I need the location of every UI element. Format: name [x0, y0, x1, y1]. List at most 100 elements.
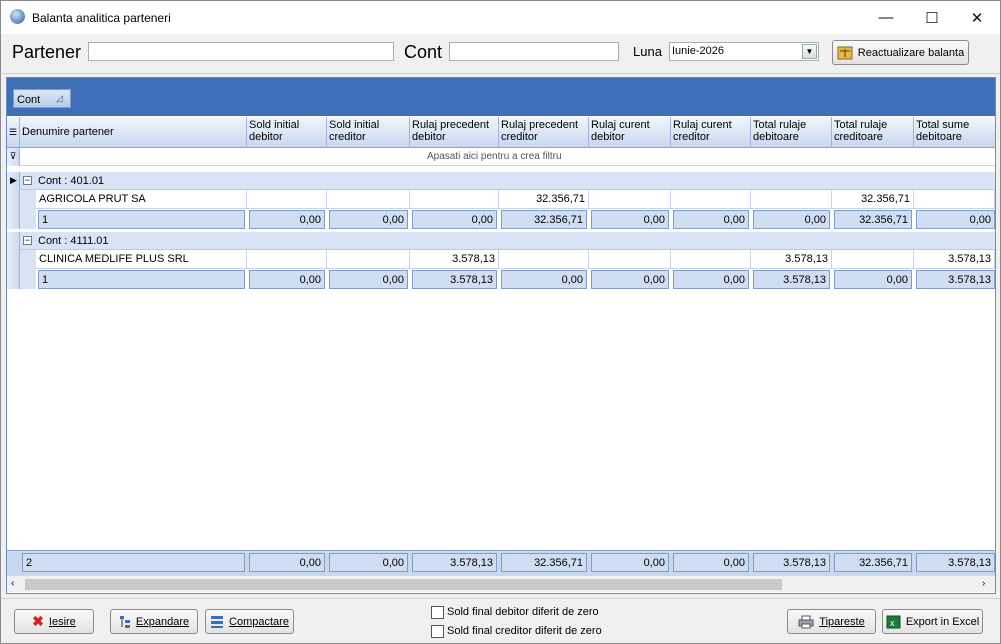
data-cell[interactable]: [671, 250, 751, 269]
data-cell[interactable]: [751, 190, 832, 209]
data-cell[interactable]: 3.578,13: [751, 250, 832, 269]
group-sum-cell: 3.578,13: [916, 270, 995, 289]
partner-name-cell[interactable]: AGRICOLA PRUT SA: [36, 190, 247, 209]
footer-sum-cell: 3.578,13: [412, 553, 497, 572]
col-rulaj-curent-creditor[interactable]: Rulaj curent creditor: [671, 117, 751, 148]
debit-nonzero-checkbox[interactable]: [431, 606, 444, 619]
row-pointer-icon: ▶: [10, 175, 17, 185]
compact-button[interactable]: Compactare: [205, 609, 294, 634]
export-excel-button[interactable]: x Export in Excel: [882, 609, 983, 634]
group-count-cell: 1: [38, 210, 245, 229]
col-rulaj-precedent-creditor[interactable]: Rulaj precedent creditor: [499, 117, 589, 148]
export-excel-label: Export in Excel: [905, 615, 980, 628]
maximize-button[interactable]: ☐: [909, 1, 955, 34]
print-label: Tipareste: [819, 615, 865, 628]
row-selector[interactable]: [7, 232, 20, 289]
group-label: Cont : 401.01: [38, 175, 105, 187]
close-x-icon: ✖: [32, 613, 44, 629]
group-row-401[interactable]: − Cont : 401.01: [20, 172, 995, 190]
printer-icon: [798, 615, 814, 628]
data-cell[interactable]: [589, 190, 671, 209]
expand-label: Expandare: [135, 615, 190, 628]
collapse-icon[interactable]: −: [23, 176, 32, 185]
group-sum-cell: 0,00: [249, 270, 325, 289]
data-cell[interactable]: [832, 250, 914, 269]
scroll-left-icon[interactable]: ‹: [11, 578, 14, 589]
col-sold-initial-creditor[interactable]: Sold initial creditor: [327, 117, 410, 148]
data-cell[interactable]: [589, 250, 671, 269]
partener-label: Partener: [12, 42, 82, 62]
data-cell[interactable]: [247, 190, 327, 209]
footer-count-cell: 2: [22, 553, 245, 572]
data-cell[interactable]: 32.356,71: [499, 190, 589, 209]
col-rulaj-precedent-debitor[interactable]: Rulaj precedent debitor: [410, 117, 499, 148]
data-cell[interactable]: [671, 190, 751, 209]
data-cell[interactable]: [410, 190, 499, 209]
horizontal-scrollbar[interactable]: ‹ ›: [7, 575, 995, 592]
col-sold-initial-debitor[interactable]: Sold initial debitor: [247, 117, 327, 148]
data-cell[interactable]: [247, 250, 327, 269]
footer-sum-cell: 0,00: [249, 553, 325, 572]
title-bar: Balanta analitica parteneri — ☐ ✕: [1, 1, 1000, 34]
group-sum-cell: 0,00: [673, 210, 749, 229]
luna-select[interactable]: Iunie-2026 ▼: [669, 42, 819, 61]
group-sum-cell: 32.356,71: [501, 210, 587, 229]
group-sum-cell: 0,00: [591, 210, 669, 229]
data-cell[interactable]: [327, 250, 410, 269]
credit-nonzero-label: Sold final creditor diferit de zero: [447, 625, 602, 637]
expand-button[interactable]: Expandare: [110, 609, 198, 634]
filter-row[interactable]: ⊽ Apasati aici pentru a crea filtru: [7, 148, 995, 166]
luna-value: Iunie-2026: [672, 45, 724, 57]
group-sum-cell: 0,00: [501, 270, 587, 289]
filter-bar: Partener Cont Luna Iunie-2026 ▼ Reactual…: [1, 34, 1000, 74]
data-cell[interactable]: 3.578,13: [914, 250, 995, 269]
cont-input[interactable]: [449, 42, 619, 61]
main-window: Balanta analitica parteneri — ☐ ✕ Parten…: [0, 0, 1001, 644]
collapse-icon[interactable]: −: [23, 236, 32, 245]
group-sum-cell: 0,00: [329, 270, 408, 289]
group-chip-cont[interactable]: Cont ◿: [13, 89, 71, 108]
scale-icon: [837, 46, 853, 59]
scrollbar-thumb[interactable]: [25, 579, 782, 590]
debit-nonzero-label: Sold final debitor diferit de zero: [447, 606, 599, 618]
print-button[interactable]: Tipareste: [787, 609, 876, 634]
data-cell[interactable]: [327, 190, 410, 209]
row-selector[interactable]: ▶: [7, 172, 20, 229]
exit-button[interactable]: ✖ Iesire: [14, 609, 94, 634]
minimize-button[interactable]: —: [863, 1, 909, 34]
group-row-4111[interactable]: − Cont : 4111.01: [20, 232, 995, 250]
col-total-sume-debitoare[interactable]: Total sume debitoare: [914, 117, 995, 148]
footer-sum-cell: 3.578,13: [916, 553, 995, 572]
group-label: Cont : 4111.01: [38, 235, 109, 247]
scroll-right-icon[interactable]: ›: [982, 578, 985, 589]
refresh-balance-label: Reactualizare balanta: [857, 46, 965, 59]
cont-label: Cont: [404, 42, 443, 62]
group-sum-cell: 0,00: [834, 270, 912, 289]
col-total-rulaje-debitoare[interactable]: Total rulaje debitoare: [751, 117, 832, 148]
data-cell[interactable]: [499, 250, 589, 269]
credit-nonzero-checkbox[interactable]: [431, 625, 444, 638]
data-cell[interactable]: 3.578,13: [410, 250, 499, 269]
footer-sum-cell: 0,00: [673, 553, 749, 572]
partener-input[interactable]: [88, 42, 394, 61]
expand-icon: [119, 615, 130, 628]
group-by-panel: Cont ◿: [7, 78, 995, 116]
partner-name-cell[interactable]: CLINICA MEDLIFE PLUS SRL: [36, 250, 247, 269]
col-total-rulaje-creditoare[interactable]: Total rulaje creditoare: [832, 117, 914, 148]
refresh-balance-button[interactable]: Reactualizare balanta: [832, 40, 969, 65]
sort-icon: ◿: [56, 93, 63, 103]
data-cell[interactable]: [914, 190, 995, 209]
close-button[interactable]: ✕: [954, 1, 1000, 34]
chevron-down-icon[interactable]: ▼: [802, 44, 817, 59]
col-rulaj-curent-debitor[interactable]: Rulaj curent debitor: [589, 117, 671, 148]
group-indent: [20, 190, 36, 229]
filter-icon[interactable]: ⊽: [7, 148, 20, 166]
footer-sum-cell: 0,00: [329, 553, 408, 572]
column-chooser-icon[interactable]: ☰: [7, 117, 20, 148]
compact-icon: [211, 615, 224, 628]
col-denumire[interactable]: Denumire partener: [20, 117, 247, 148]
excel-icon: x: [886, 615, 901, 628]
group-sum-cell: 0,00: [591, 270, 669, 289]
data-cell[interactable]: 32.356,71: [832, 190, 914, 209]
group-sum-cell: 0,00: [412, 210, 497, 229]
